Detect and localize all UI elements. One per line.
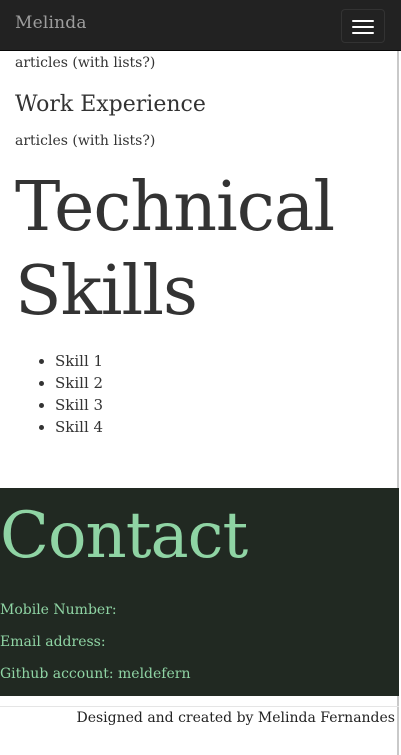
footer-credit: Designed and created by Melinda Fernande… [76, 710, 395, 726]
mobile-number-label: Mobile Number: [0, 602, 117, 618]
skill-item: Skill 1 [55, 350, 103, 372]
technical-skills-heading: Technical Skills [15, 168, 335, 331]
brand-link[interactable]: Melinda [15, 13, 87, 33]
skill-item: Skill 2 [55, 372, 103, 394]
work-experience-text: articles (with lists?) [15, 133, 156, 149]
work-experience-heading: Work Experience [15, 92, 206, 117]
contact-heading: Contact [0, 499, 248, 573]
skill-item: Skill 4 [55, 416, 103, 438]
contact-section: Contact Mobile Number: Email address: Gi… [0, 488, 399, 696]
navbar: Melinda [0, 0, 401, 51]
footer-divider [0, 706, 399, 707]
skills-list: Skill 1 Skill 2 Skill 3 Skill 4 [15, 350, 103, 438]
page: Melinda articles (with lists?) Work Expe… [0, 0, 401, 755]
skill-item: Skill 3 [55, 394, 103, 416]
menu-toggle-button[interactable] [341, 9, 385, 43]
github-account-link[interactable]: Github account: meldefern [0, 666, 190, 682]
education-text: articles (with lists?) [15, 55, 156, 71]
email-address-label: Email address: [0, 634, 106, 650]
